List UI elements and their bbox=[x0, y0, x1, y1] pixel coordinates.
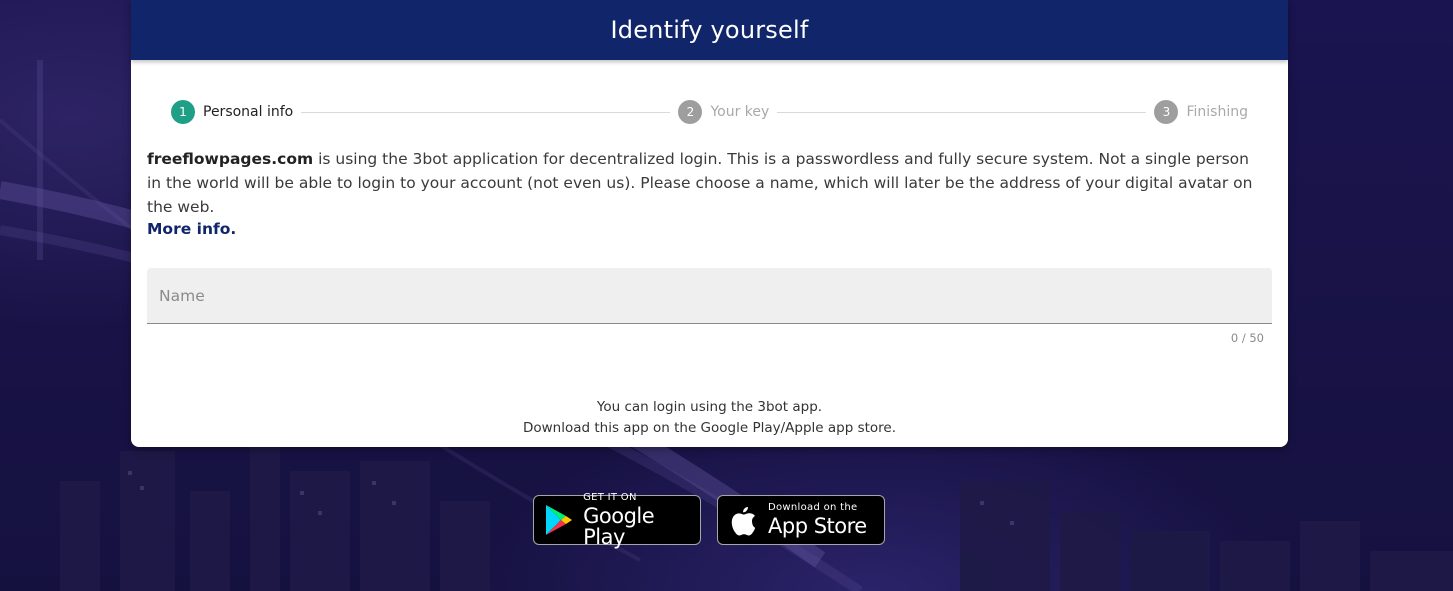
description: freeflowpages.com is using the 3bot appl… bbox=[147, 147, 1264, 219]
google-play-icon bbox=[534, 504, 583, 536]
step-number: 3 bbox=[1154, 100, 1179, 124]
stepper: 1 Personal info 2 Your key 3 Finishing bbox=[171, 100, 1248, 124]
google-badge-big: Google Play bbox=[583, 503, 655, 549]
step-number: 2 bbox=[678, 100, 703, 124]
step-label: Your key bbox=[710, 104, 770, 120]
login-note-line1: You can login using the 3bot app. bbox=[596, 399, 823, 415]
more-info-link[interactable]: More info. bbox=[147, 220, 236, 238]
description-text: is using the 3bot application for decent… bbox=[147, 150, 1253, 216]
page-title: Identify yourself bbox=[610, 16, 809, 44]
step-finishing[interactable]: 3 Finishing bbox=[1154, 100, 1248, 124]
step-personal-info[interactable]: 1 Personal info bbox=[171, 100, 293, 124]
login-note-line2: Download this app on the Google Play/App… bbox=[522, 420, 897, 436]
apple-badge-small: Download on the bbox=[768, 502, 858, 513]
login-note: You can login using the 3bot app. Downlo… bbox=[131, 397, 1288, 439]
step-label: Finishing bbox=[1186, 104, 1248, 120]
step-connector bbox=[777, 111, 1147, 113]
site-name: freeflowpages.com bbox=[147, 150, 314, 168]
step-label: Personal info bbox=[203, 104, 294, 120]
card-header: Identify yourself bbox=[131, 0, 1288, 60]
google-badge-small: GET IT ON bbox=[583, 491, 637, 503]
character-counter: 0 / 50 bbox=[1230, 331, 1264, 345]
name-field[interactable] bbox=[147, 268, 1272, 324]
step-your-key[interactable]: 2 Your key bbox=[678, 100, 769, 124]
google-play-badge[interactable]: GET IT ON Google Play bbox=[533, 491, 701, 549]
app-store-badge[interactable]: Download on the App Store bbox=[717, 495, 885, 545]
identify-card: Identify yourself 1 Personal info 2 Your… bbox=[131, 0, 1288, 447]
apple-badge-big: App Store bbox=[768, 514, 867, 538]
store-badges: GET IT ON Google Play Download on the Ap… bbox=[533, 491, 885, 549]
name-input[interactable] bbox=[147, 268, 1272, 323]
step-number: 1 bbox=[171, 100, 195, 124]
step-connector bbox=[301, 111, 671, 113]
apple-icon bbox=[718, 504, 768, 536]
